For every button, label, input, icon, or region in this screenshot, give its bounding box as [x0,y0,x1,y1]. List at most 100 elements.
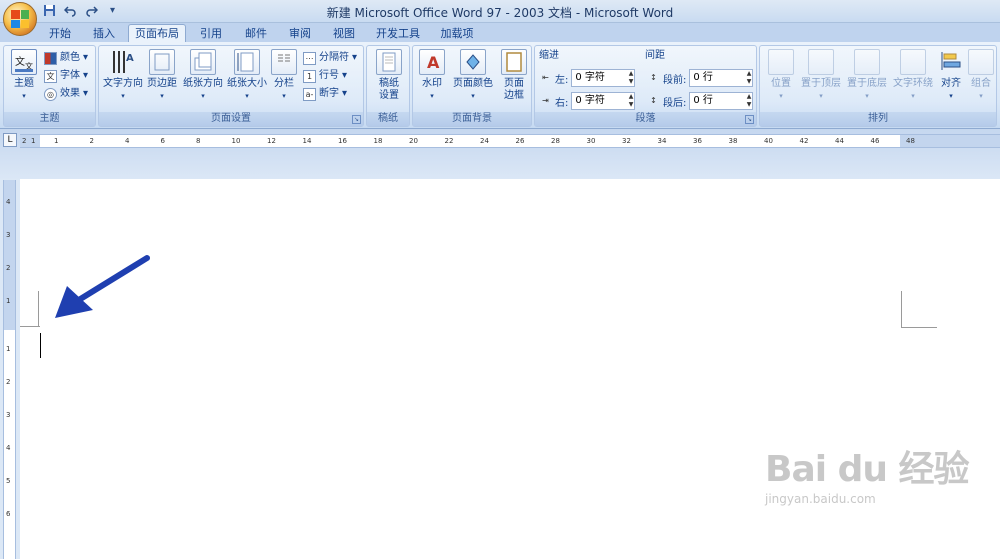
theme-fonts-button[interactable]: 文 字体 ▾ [44,68,88,84]
text-wrap-icon [900,49,926,75]
align-button[interactable]: 对齐 ▾ [936,49,966,102]
vertical-ruler-tick-label: 1 [6,345,11,353]
ruler-right-margin [900,135,1000,147]
vertical-ruler-tick-label: 3 [6,411,11,419]
text-direction-icon: A [110,49,136,75]
window-title: 新建 Microsoft Office Word 97 - 2003 文档 - … [326,6,674,20]
indent-header: 缩进 [539,50,559,61]
watermark-label: 水印 [422,78,442,89]
margins-label: 页边距 [147,78,177,89]
effects-icon: ◎ [44,87,57,101]
position-icon [768,49,794,75]
save-icon[interactable] [42,3,57,18]
group-manuscript: 稿纸 设置 稿纸 [366,45,410,127]
top-left-crop-mark-vertical [36,291,39,327]
send-to-back-label: 置于底层 [847,78,887,89]
vertical-ruler-tick-label: 4 [6,444,11,452]
indent-left-icon: ⇤ [542,72,549,82]
paragraph-launcher-icon[interactable]: ↘ [745,115,754,124]
ruler-tick-label: 2 [89,137,94,145]
tab-mailings[interactable]: 邮件 [236,25,276,42]
manuscript-label-2: 设置 [379,90,399,101]
text-wrap-label: 文字环绕 [893,78,933,89]
annotation-arrow-icon [55,255,150,318]
horizontal-ruler[interactable]: 2 1 1 2 4 6 8 10 12 14 16 18 20 22 24 26 28 30 32 34 36 38 40 4… [20,134,1000,148]
svg-text:A: A [427,53,440,72]
vertical-ruler-tick-label: 2 [6,264,11,272]
ruler-tick-label: 1 [54,137,59,145]
customize-qat-icon[interactable]: ▾ [105,3,120,18]
spacing-after-label: 段后: [663,97,687,109]
indent-left-row: ⇤ 左: 0 字符 ▲ ▼ [539,69,636,87]
tab-addins[interactable]: 加载项 [432,25,482,42]
group-label-paragraph: 段落 [535,112,756,126]
tab-page-layout[interactable]: 页面布局 [128,24,186,42]
position-button[interactable]: 位置 ▾ [764,49,798,102]
group-label-arrange: 排列 [760,112,996,126]
page-setup-launcher-icon[interactable]: ↘ [352,115,361,124]
margins-icon [149,49,175,75]
breaks-button[interactable]: ⋯ 分隔符 ▾ [303,50,357,66]
indent-right-input[interactable]: 0 字符 ▲ ▼ [571,92,636,110]
text-direction-button[interactable]: A 文字方向 ▾ [101,49,145,102]
line-numbers-button[interactable]: 1 行号 ▾ [303,68,347,84]
watermark-icon: A [419,49,445,75]
themes-button[interactable]: 文文 主题 ▾ [8,49,40,102]
spacing-after-row: ↕ 段后: 0 行 ▲ ▼ [647,92,754,110]
hyphenation-button[interactable]: a- 断字 ▾ [303,86,347,102]
tab-home[interactable]: 开始 [40,25,80,42]
theme-fonts-label: 字体 [60,70,80,81]
page-borders-button[interactable]: 页面 边框 [499,49,529,102]
group-paragraph: 缩进 间距 ⇤ 左: 0 字符 ▲ ▼ ⇥ 右: 0 字符 ▲ ▼ ↕ 段前: 0 行 ▲… [534,45,757,127]
theme-colors-button[interactable]: 颜色 ▾ [44,50,88,66]
tab-references[interactable]: 引用 [191,25,231,42]
theme-effects-button[interactable]: ◎ 效果 ▾ [44,86,88,102]
theme-colors-label: 颜色 [60,52,80,63]
tab-selector[interactable]: L [3,133,17,147]
ruler-tick-label: 28 [551,137,560,145]
page-borders-label-1: 页面 [504,78,524,89]
undo-icon[interactable] [63,3,78,18]
group-arrange: 位置 ▾ 置于顶层 ▾ 置于底层 ▾ 文字环绕 ▾ 对齐 ▾ 组合 ▾ 排列 [759,45,997,127]
ruler-tick-label: 36 [693,137,702,145]
line-numbers-label: 行号 [319,70,339,81]
margins-button[interactable]: 页边距 ▾ [145,49,179,102]
hyphenation-label: 断字 [319,88,339,99]
group-label-page-setup: 页面设置 [99,112,363,126]
bring-to-front-button[interactable]: 置于顶层 ▾ [798,49,844,102]
align-icon [938,49,964,75]
watermark-logo: Bai du 经验 [765,449,970,490]
tab-review[interactable]: 审阅 [280,25,320,42]
orientation-button[interactable]: 纸张方向 ▾ [181,49,225,102]
size-button[interactable]: 纸张大小 ▾ [225,49,269,102]
send-to-back-button[interactable]: 置于底层 ▾ [844,49,890,102]
group-button[interactable]: 组合 ▾ [966,49,996,102]
manuscript-settings-button[interactable]: 稿纸 设置 [371,49,407,102]
paper-size-icon [234,49,260,75]
orientation-icon [190,49,216,75]
spacing-before-input[interactable]: 0 行 ▲ ▼ [689,69,754,87]
ruler-tick-label: 12 [267,137,276,145]
indent-left-input[interactable]: 0 字符 ▲ ▼ [571,69,636,87]
group-label-manuscript: 稿纸 [367,112,409,126]
ruler-tick-label: 8 [196,137,201,145]
vertical-ruler[interactable]: 4 3 2 1 1 2 3 4 5 6 [3,180,16,559]
text-wrap-button[interactable]: 文字环绕 ▾ [890,49,936,102]
top-right-crop-mark-vertical [901,291,902,327]
office-button[interactable] [3,2,37,36]
ribbon-tab-bar: 开始 插入 页面布局 引用 邮件 审阅 视图 开发工具 加载项 [0,23,1000,42]
columns-button[interactable]: 分栏 ▾ [269,49,299,102]
redo-icon[interactable] [84,3,99,18]
tab-developer[interactable]: 开发工具 [370,25,426,42]
text-direction-label: 文字方向 [103,78,143,89]
watermark-button[interactable]: A 水印 ▾ [417,49,447,102]
ruler-area: L 2 1 1 2 4 6 8 10 12 14 16 18 20 22 24 26 28 30 32 34 36 38 4… [0,129,1000,179]
page-color-button[interactable]: 页面颜色 ▾ [449,49,497,102]
indent-right-row: ⇥ 右: 0 字符 ▲ ▼ [539,92,636,110]
columns-label: 分栏 [274,78,294,89]
spacing-after-input[interactable]: 0 行 ▲ ▼ [689,92,754,110]
tab-view[interactable]: 视图 [324,25,364,42]
manuscript-icon [376,49,402,75]
tab-insert[interactable]: 插入 [84,25,124,42]
bring-to-front-label: 置于顶层 [801,78,841,89]
